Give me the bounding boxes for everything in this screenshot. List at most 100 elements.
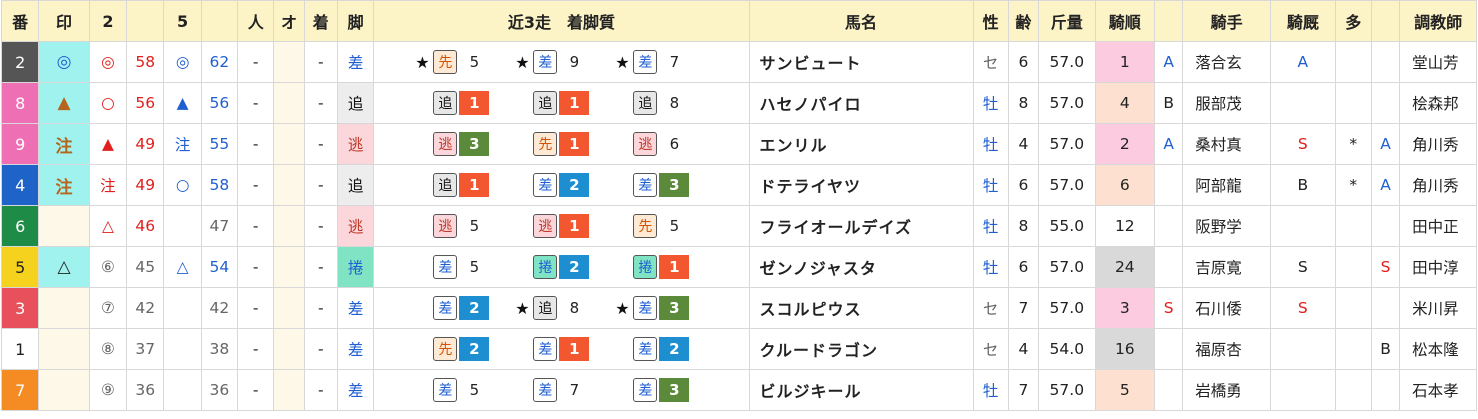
- jockey-stable-rank: S: [1270, 246, 1336, 288]
- past-style-badge: 差: [433, 255, 458, 279]
- weight: 57.0: [1038, 123, 1096, 165]
- header-cell[interactable]: 番: [0, 0, 40, 42]
- mark-2: ◎: [88, 41, 128, 83]
- past-race: 捲2: [511, 255, 611, 279]
- jockey-rank: [1154, 369, 1184, 411]
- header-cell[interactable]: 印: [38, 0, 90, 42]
- header-cell[interactable]: [1370, 0, 1401, 42]
- past-finish: 7: [669, 53, 680, 71]
- age: 7: [1007, 287, 1040, 329]
- jockey-rank: A: [1154, 41, 1184, 83]
- finish: -: [303, 246, 338, 288]
- past-finish: 1: [459, 91, 490, 115]
- odds: [273, 287, 305, 329]
- past-style-badge: 先: [433, 50, 458, 74]
- table-row[interactable]: 6 △ 46 47- - 逃逃 5 逃 1 先 5 フライオールデイズ牡 8 55.0 12 阪野学 田中正: [0, 205, 1477, 247]
- header-cell[interactable]: [1154, 0, 1184, 42]
- weight: 57.0: [1038, 41, 1096, 83]
- odds: [273, 123, 305, 165]
- recent-3-races: 逃3先1逃6: [373, 123, 750, 165]
- jockey-name: 福原杏: [1182, 328, 1272, 370]
- header-cell[interactable]: [126, 0, 165, 42]
- sex: セ: [972, 41, 1009, 83]
- header-cell[interactable]: 人: [237, 0, 275, 42]
- prediction-mark: 注: [38, 164, 90, 206]
- running-style: 追: [336, 164, 375, 206]
- popularity: -: [237, 246, 275, 288]
- header-cell[interactable]: 性: [972, 0, 1009, 42]
- header-cell[interactable]: 騎手: [1182, 0, 1272, 42]
- prediction-mark: △: [38, 246, 90, 288]
- index-5: 36: [200, 369, 239, 411]
- mark-2: 注: [88, 164, 128, 206]
- jockey-order: 16: [1094, 328, 1156, 370]
- index-5: 62: [200, 41, 239, 83]
- table-row[interactable]: 9 注 ▲ 49 注 55- - 逃逃 3 先 1 逃 6 エンリル牡 4 57.0 2 A 桑村真 S * A 角川秀: [0, 123, 1477, 165]
- table-row[interactable]: 1 ⑧ 37 38- - 差先 2 差 1 差 2 クルードラゴンセ 4 54.0 16 福原杏 B 松本隆: [0, 328, 1477, 370]
- past-finish: 5: [469, 381, 480, 399]
- table-row[interactable]: 4 注注 49 ○ 58- - 追追 1 差 2 差 3 ドテライヤツ牡 6 57.0 6 阿部龍 B * A 角川秀: [0, 164, 1477, 206]
- header-cell[interactable]: 近3走 着脚質: [373, 0, 750, 42]
- mark-2: ⑦: [88, 287, 128, 329]
- mark-2: ⑧: [88, 328, 128, 370]
- header-cell[interactable]: 騎厩: [1270, 0, 1336, 42]
- jockey-stable-rank: [1270, 82, 1336, 124]
- table-row[interactable]: 3 ⑦ 42 42- - 差差 2 ★ 追 8 ★ 差 3 スコルピウスセ 7 57.0 3 S 石川倭 S 米川昇: [0, 287, 1477, 329]
- jockey-rank: B: [1154, 82, 1184, 124]
- header-cell[interactable]: 調教師: [1399, 0, 1477, 42]
- past-style-badge: 差: [533, 378, 558, 402]
- header-cell[interactable]: 5: [163, 0, 202, 42]
- header-cell[interactable]: 多: [1334, 0, 1372, 42]
- index-2: 46: [126, 205, 165, 247]
- past-style-badge: 差: [533, 173, 558, 197]
- header-cell[interactable]: [200, 0, 239, 42]
- mark-2: ⑥: [88, 246, 128, 288]
- sex: セ: [972, 287, 1009, 329]
- popularity: -: [237, 82, 275, 124]
- jockey-stable-rank: [1270, 205, 1336, 247]
- header-cell[interactable]: 馬名: [748, 0, 974, 42]
- past-race: 逃6: [611, 132, 711, 156]
- multi-rank: [1370, 369, 1401, 411]
- past-style-badge: 差: [633, 337, 658, 361]
- jockey-name: 桑村真: [1182, 123, 1272, 165]
- past-style-badge: 追: [433, 173, 458, 197]
- header-cell[interactable]: 騎順: [1094, 0, 1156, 42]
- running-style: 差: [336, 369, 375, 411]
- past-finish: 5: [669, 217, 680, 235]
- prediction-mark: 注: [38, 123, 90, 165]
- header-cell[interactable]: 2: [88, 0, 128, 42]
- multi-rank: [1370, 287, 1401, 329]
- past-style-badge: 先: [633, 214, 658, 238]
- weight: 57.0: [1038, 246, 1096, 288]
- header-cell[interactable]: 着: [303, 0, 338, 42]
- multi-rank: A: [1370, 123, 1401, 165]
- jockey-stable-rank: S: [1270, 123, 1336, 165]
- table-row[interactable]: 8 ▲ ○ 56 ▲ 56- - 追追 1 追 1 追 8 ハセノパイロ牡 8 57.0 4 B 服部茂 桧森邦: [0, 82, 1477, 124]
- jockey-order: 2: [1094, 123, 1156, 165]
- table-row[interactable]: 2 ◎ ◎ 58 ◎ 62- - 差 ★ 先 5 ★ 差 9 ★ 差 7 サンビュートセ 6 57.0 1 A 落合玄 A 堂山…: [0, 41, 1477, 83]
- header-cell[interactable]: 齢: [1007, 0, 1040, 42]
- past-style-badge: 差: [633, 296, 658, 320]
- past-finish: 8: [669, 94, 680, 112]
- index-5: 42: [200, 287, 239, 329]
- header-cell[interactable]: オ: [273, 0, 305, 42]
- recent-3-races: 差5捲2捲1: [373, 246, 750, 288]
- header-cell[interactable]: 脚: [336, 0, 375, 42]
- past-race: 先2: [411, 337, 511, 361]
- odds: [273, 246, 305, 288]
- recent-3-races: 追1差2差3: [373, 164, 750, 206]
- running-style: 逃: [336, 205, 375, 247]
- horse-number: 2: [0, 41, 40, 83]
- star-icon: ★: [515, 298, 530, 318]
- past-race: 逃3: [411, 132, 511, 156]
- past-race: 差5: [411, 255, 511, 279]
- table-row[interactable]: 5 △ ⑥ 45 △ 54- - 捲差 5 捲 2 捲 1 ゼンノジャスタ牡 6 57.0 24 吉原寛 S S 田中淳: [0, 246, 1477, 288]
- trainer-name: 田中正: [1399, 205, 1477, 247]
- header-cell[interactable]: 斤量: [1038, 0, 1096, 42]
- table-row[interactable]: 7 ⑨ 36 36- - 差差 5 差 7 差 3 ビルジキール牡 7 57.0 5 岩橋勇 石本孝: [0, 369, 1477, 411]
- odds: [273, 328, 305, 370]
- past-race: 追8: [611, 91, 711, 115]
- weight: 57.0: [1038, 369, 1096, 411]
- sex: 牡: [972, 369, 1009, 411]
